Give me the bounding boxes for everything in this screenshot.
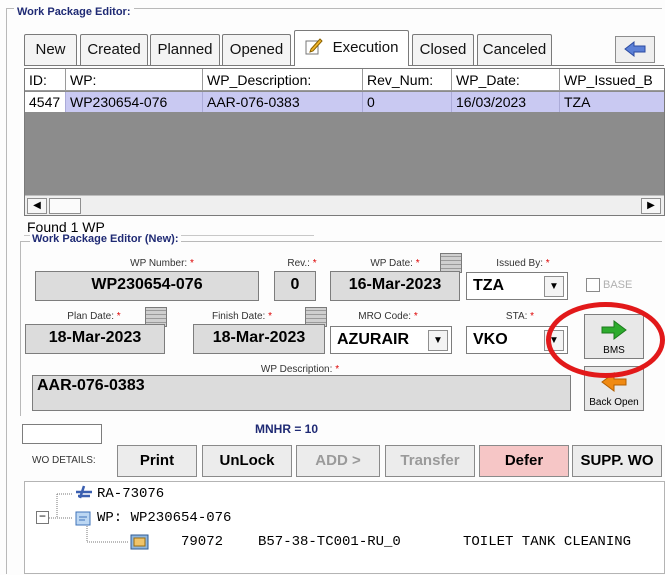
add-button[interactable]: ADD > (296, 445, 380, 477)
column-header-wp-date[interactable]: WP_Date: (452, 69, 560, 91)
column-header-wp[interactable]: WP: (66, 69, 203, 91)
mro-code-label: MRO Code: * (358, 311, 418, 322)
finish-date-label: Finish Date: * (211, 311, 273, 322)
aircraft-icon (74, 484, 94, 502)
issued-by-value: TZA (473, 277, 505, 294)
issued-by-select[interactable]: TZA ▼ (466, 272, 568, 300)
tree-item-id[interactable]: 79072 (181, 534, 223, 550)
tab-canceled[interactable]: Canceled (477, 34, 552, 65)
scroll-right-icon[interactable]: ▶ (641, 198, 661, 214)
wp-number-field[interactable]: WP230654-076 (35, 271, 259, 301)
tab-new[interactable]: New (24, 34, 77, 65)
pencil-icon (305, 38, 323, 55)
task-card-icon (129, 532, 151, 552)
search-input[interactable] (22, 424, 102, 444)
wp-date-field[interactable]: 16-Mar-2023 (330, 271, 460, 301)
table-cell-wp-description[interactable]: AAR-076-0383 (203, 92, 363, 112)
column-header-rev-num[interactable]: Rev_Num: (363, 69, 452, 91)
tab-execution[interactable]: Execution (294, 30, 409, 66)
tab-planned[interactable]: Planned (150, 34, 220, 65)
collapse-icon[interactable]: − (36, 511, 49, 524)
column-header-wp-description[interactable]: WP_Description: (203, 69, 363, 91)
chevron-down-icon[interactable]: ▼ (544, 276, 564, 297)
mnhr-readout: MNHR = 10 (255, 422, 319, 436)
table-cell-wp[interactable]: WP230654-076 (66, 92, 203, 112)
column-header-id[interactable]: ID: (25, 69, 66, 91)
wo-details-label: WO DETAILS: (32, 455, 96, 466)
tree-wp-label[interactable]: WP: WP230654-076 (97, 510, 231, 526)
tree-aircraft-label[interactable]: RA-73076 (97, 486, 164, 502)
chevron-down-icon[interactable]: ▼ (428, 330, 448, 351)
tree-item-code[interactable]: B57-38-TC001-RU_0 (258, 534, 401, 550)
editor-group-title: Work Package Editor (New): (30, 233, 181, 245)
unlock-button[interactable]: UnLock (202, 445, 292, 477)
table-cell-id[interactable]: 4547 (25, 92, 66, 112)
mro-code-select[interactable]: AZURAIR ▼ (330, 326, 452, 354)
wp-number-label: WP Number: * (130, 258, 194, 269)
work-package-icon (74, 508, 94, 528)
horizontal-scrollbar[interactable]: ◀ ▶ (25, 195, 664, 215)
tab-created[interactable]: Created (80, 34, 148, 65)
work-order-tree[interactable]: RA-73076 − WP: WP230654-076 79072 B57-38… (24, 481, 665, 574)
tab-opened[interactable]: Opened (222, 34, 291, 65)
defer-button[interactable]: Defer (479, 445, 569, 477)
back-open-button-label: Back Open (589, 397, 639, 408)
scroll-thumb[interactable] (49, 198, 81, 214)
table-cell-rev-num[interactable]: 0 (363, 92, 452, 112)
base-checkbox[interactable] (586, 278, 600, 292)
tree-item-description[interactable]: TOILET TANK CLEANING (463, 534, 631, 550)
wp-date-label: WP Date: * (370, 258, 420, 269)
transfer-button[interactable]: Transfer (385, 445, 475, 477)
base-label: BASE (603, 279, 633, 291)
work-package-grid[interactable]: ID: WP: WP_Description: Rev_Num: WP_Date… (24, 68, 665, 216)
rev-field[interactable]: 0 (274, 271, 316, 301)
tab-execution-label: Execution (332, 39, 399, 56)
wp-description-field[interactable]: AAR-076-0383 (32, 375, 571, 411)
print-button[interactable]: Print (117, 445, 197, 477)
finish-date-field[interactable]: 18-Mar-2023 (193, 324, 325, 354)
supp-wo-button[interactable]: SUPP. WO (572, 445, 662, 477)
column-header-wp-issued-by[interactable]: WP_Issued_B (560, 69, 664, 91)
sta-value: VKO (473, 331, 508, 348)
table-cell-wp-issued-by[interactable]: TZA (560, 92, 664, 112)
mro-code-value: AZURAIR (337, 331, 409, 348)
tab-closed[interactable]: Closed (412, 34, 474, 65)
plan-date-field[interactable]: 18-Mar-2023 (25, 324, 165, 354)
scroll-left-icon[interactable]: ◀ (27, 198, 47, 214)
plan-date-label: Plan Date: * (67, 311, 121, 322)
window-title: Work Package Editor: (14, 6, 134, 18)
rev-label: Rev.: * (287, 258, 317, 269)
issued-by-label: Issued By: * (496, 258, 550, 269)
calendar-icon[interactable] (440, 253, 462, 273)
wp-description-label: WP Description: * (260, 364, 340, 375)
highlight-ring (546, 302, 665, 378)
sta-label: STA: * (505, 311, 535, 322)
table-cell-wp-date[interactable]: 16/03/2023 (452, 92, 560, 112)
arrow-left-icon (624, 40, 646, 58)
back-arrow-button[interactable] (615, 36, 655, 63)
